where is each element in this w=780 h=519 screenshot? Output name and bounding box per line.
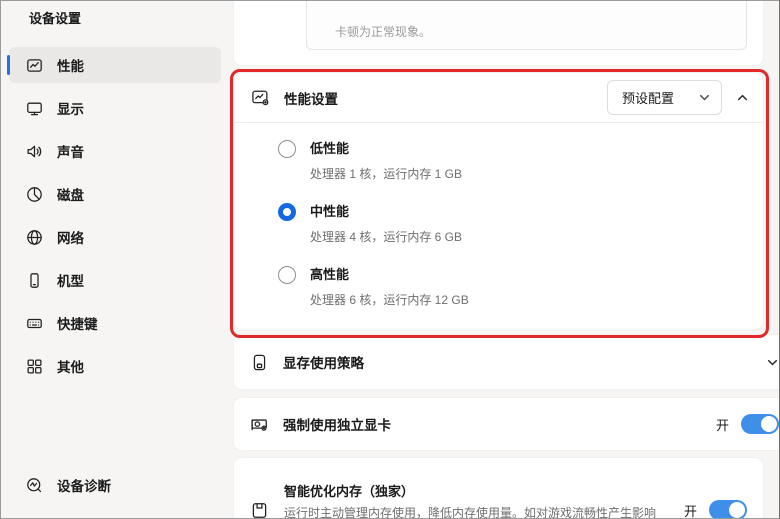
window-title: 设备设置 bbox=[29, 8, 81, 27]
option-label: 中性能 bbox=[310, 203, 462, 221]
performance-option[interactable]: 中性能 处理器 4 核，运行内存 6 GB bbox=[278, 203, 747, 245]
memory-icon bbox=[250, 501, 269, 519]
option-label: 高性能 bbox=[310, 266, 469, 284]
gpu-toggle[interactable] bbox=[741, 414, 779, 434]
sidebar-item-label: 显示 bbox=[57, 98, 84, 118]
option-description: 处理器 6 核，运行内存 12 GB bbox=[310, 291, 469, 308]
speaker-icon bbox=[26, 143, 43, 160]
radio-button[interactable] bbox=[278, 203, 296, 221]
disk-icon bbox=[26, 186, 43, 203]
sidebar-item-label: 其他 bbox=[57, 356, 84, 376]
chevron-down-icon bbox=[698, 91, 711, 104]
radio-button[interactable] bbox=[278, 140, 296, 158]
scrolled-card: 卡顿为正常现象。 bbox=[234, 0, 763, 65]
toggle-state-label: 开 bbox=[684, 501, 697, 519]
sidebar-footer: 设备诊断 bbox=[9, 467, 221, 503]
globe-icon bbox=[26, 229, 43, 246]
performance-chart-icon bbox=[26, 57, 43, 74]
sidebar-item-label: 声音 bbox=[57, 141, 84, 161]
performance-option[interactable]: 低性能 处理器 1 核，运行内存 1 GB bbox=[278, 140, 747, 182]
section-title: 强制使用独立显卡 bbox=[283, 414, 391, 434]
performance-option[interactable]: 高性能 处理器 6 核，运行内存 12 GB bbox=[278, 266, 747, 308]
collapse-chevron-up-icon[interactable] bbox=[736, 91, 749, 104]
sidebar-item-label: 机型 bbox=[57, 270, 84, 290]
option-description: 处理器 1 核，运行内存 1 GB bbox=[310, 165, 462, 182]
section-title: 智能优化内存（独家） bbox=[284, 481, 666, 500]
option-label: 低性能 bbox=[310, 140, 462, 158]
scrolled-note-box: 卡顿为正常现象。 bbox=[306, 0, 747, 50]
sidebar-item-globe[interactable]: 网络 bbox=[9, 219, 221, 255]
sidebar-item-label: 性能 bbox=[57, 55, 84, 75]
sidebar-item-keyboard[interactable]: 快捷键 bbox=[9, 305, 221, 341]
sidebar-list: 性能 显示 声音 磁盘 网络 机型 快捷键 其他 bbox=[9, 47, 221, 391]
vram-icon bbox=[250, 353, 269, 372]
chevron-down-icon[interactable] bbox=[766, 356, 779, 369]
sidebar-item-label: 设备诊断 bbox=[57, 475, 111, 495]
section-title: 显存使用策略 bbox=[283, 352, 364, 372]
sidebar-item-monitor[interactable]: 显示 bbox=[9, 90, 221, 126]
memory-toggle[interactable] bbox=[709, 500, 747, 519]
gpu-icon bbox=[250, 415, 269, 434]
performance-settings-icon bbox=[251, 88, 270, 107]
section-title: 性能设置 bbox=[284, 88, 338, 108]
smart-memory-card: 智能优化内存（独家） 运行时主动管理内存使用，降低内存使用量。如对游戏流畅性产生… bbox=[234, 458, 763, 519]
sidebar-item-grid[interactable]: 其他 bbox=[9, 348, 221, 384]
preset-config-label: 预设配置 bbox=[622, 88, 674, 107]
vram-strategy-card[interactable]: 显存使用策略 bbox=[234, 335, 780, 389]
keyboard-icon bbox=[26, 315, 43, 332]
radio-button[interactable] bbox=[278, 266, 296, 284]
performance-options-list: 低性能 处理器 1 核，运行内存 1 GB 中性能 处理器 4 核，运行内存 6… bbox=[234, 123, 763, 308]
performance-settings-card: 性能设置 预设配置 低性能 处理器 1 核，运行内存 1 GB 中性能 处理器 … bbox=[234, 73, 763, 329]
device-settings-window: 设备设置 性能 显示 声音 磁盘 网络 机型 快捷键 其他 设备诊断 卡顿为正常… bbox=[0, 0, 780, 519]
diagnostic-icon bbox=[26, 477, 43, 494]
scrolled-note-text: 卡顿为正常现象。 bbox=[335, 23, 431, 40]
sidebar-item-speaker[interactable]: 声音 bbox=[9, 133, 221, 169]
sidebar-item-performance-chart[interactable]: 性能 bbox=[9, 47, 221, 83]
toggle-state-label: 开 bbox=[716, 415, 729, 434]
force-dedicated-gpu-card: 强制使用独立显卡 开 bbox=[234, 398, 780, 450]
sidebar-item-device[interactable]: 机型 bbox=[9, 262, 221, 298]
performance-settings-header: 性能设置 预设配置 bbox=[234, 73, 763, 122]
monitor-icon bbox=[26, 100, 43, 117]
sidebar-item-label: 网络 bbox=[57, 227, 84, 247]
sidebar-item-diagnostic[interactable]: 设备诊断 bbox=[9, 467, 221, 503]
device-icon bbox=[26, 272, 43, 289]
sidebar-item-disk[interactable]: 磁盘 bbox=[9, 176, 221, 212]
grid-icon bbox=[26, 358, 43, 375]
sidebar-item-label: 磁盘 bbox=[57, 184, 84, 204]
sidebar-item-label: 快捷键 bbox=[57, 313, 98, 333]
preset-config-dropdown[interactable]: 预设配置 bbox=[607, 80, 722, 115]
section-description: 运行时主动管理内存使用，降低内存使用量。如对游戏流畅性产生影响可尝试关闭。 bbox=[284, 505, 662, 519]
option-description: 处理器 4 核，运行内存 6 GB bbox=[310, 228, 462, 245]
